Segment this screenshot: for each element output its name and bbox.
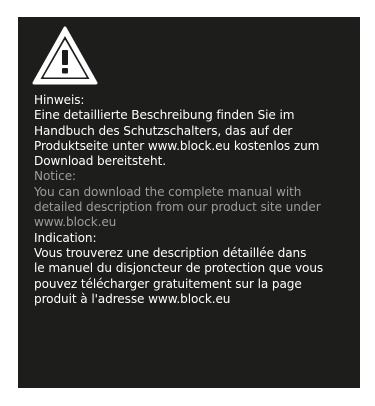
english-line: detailed description from our product si… <box>34 200 321 215</box>
english-heading: Notice: <box>34 169 77 184</box>
french-line: Vous trouverez une description détaillée… <box>34 245 307 260</box>
french-line: produit à l'adresse www.block.eu <box>34 291 231 306</box>
german-line: Produktseite unter www.block.eu kostenlo… <box>34 138 320 153</box>
german-heading: Hinweis: <box>34 93 85 107</box>
german-line: Handbuch des Schutzschalters, das auf de… <box>34 123 293 138</box>
french-line: pouvez télécharger gratuitement sur la p… <box>34 276 302 291</box>
english-line: www.block.eu <box>34 215 117 230</box>
german-line: Download bereitsteht. <box>34 154 166 169</box>
english-line: You can download the complete manual wit… <box>34 184 302 199</box>
notice-panel: Hinweis: Eine detaillierte Beschreibung … <box>18 17 360 388</box>
warning-triangle-icon <box>32 26 98 85</box>
french-line: le manuel du disjoncteur de protection q… <box>34 261 324 276</box>
french-heading: Indication: <box>34 230 97 245</box>
notice-text: Hinweis: Eine detaillierte Beschreibung … <box>34 93 356 307</box>
german-line: Eine detaillierte Beschreibung finden Si… <box>34 108 295 123</box>
